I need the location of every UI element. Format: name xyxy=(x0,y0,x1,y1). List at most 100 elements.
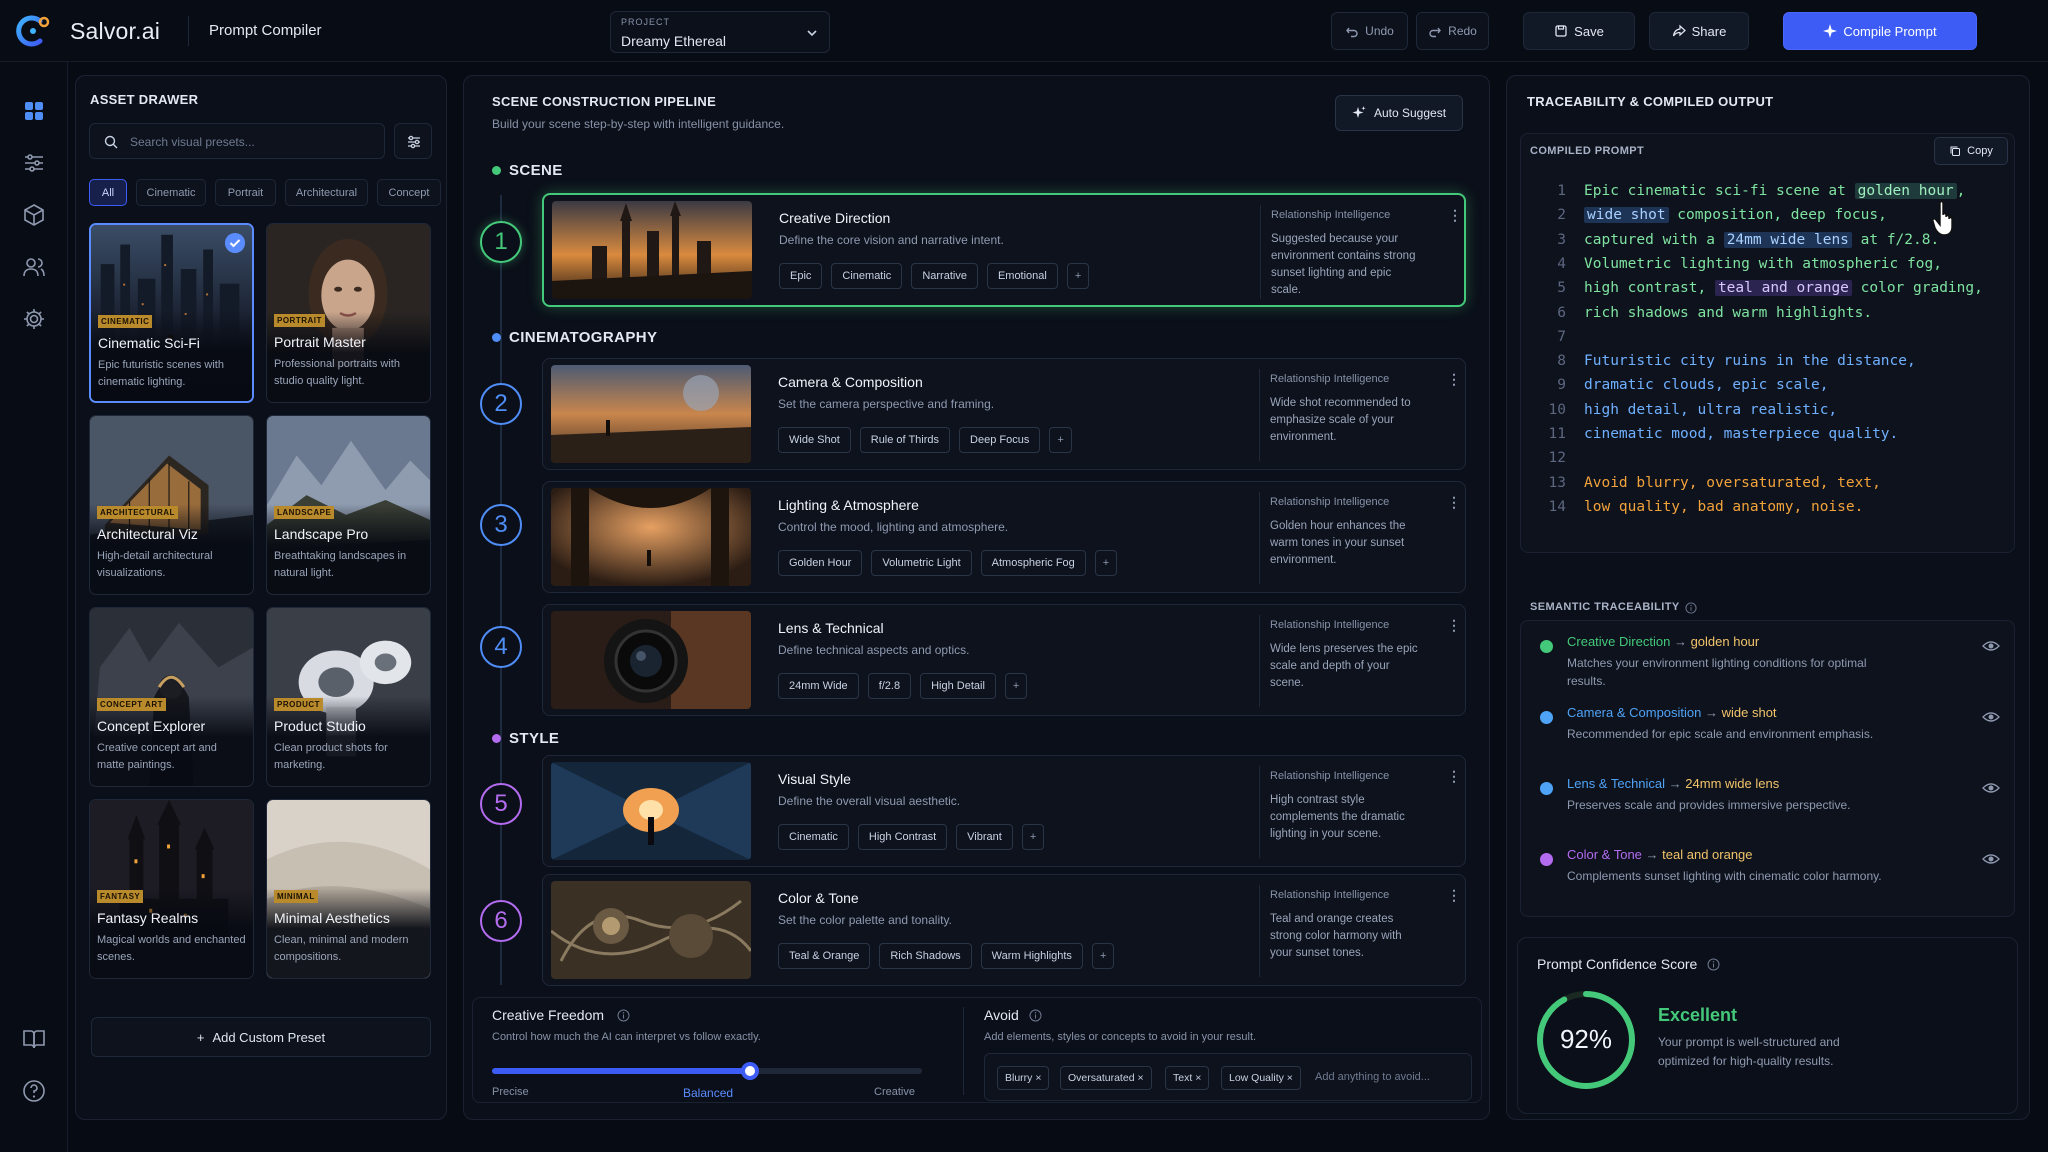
add-preset-label: Add Custom Preset xyxy=(212,1029,326,1045)
chip-cinematic[interactable]: Cinematic xyxy=(136,179,206,206)
section-style: STYLE xyxy=(492,730,559,747)
avoid-input[interactable]: Blurry × Oversaturated × Text × Low Qual… xyxy=(984,1053,1472,1101)
chip-architectural[interactable]: Architectural xyxy=(285,179,368,206)
step-card-camera-composition[interactable]: Camera & Composition Set the camera pers… xyxy=(542,358,1466,470)
tag-chip[interactable]: Volumetric Light xyxy=(871,550,972,576)
grid-icon[interactable] xyxy=(22,99,46,123)
users-icon[interactable] xyxy=(22,255,46,279)
tag-chip[interactable]: Atmospheric Fog xyxy=(980,550,1086,576)
preset-card-product-studio[interactable]: PRODUCT Product Studio Clean product sho… xyxy=(266,607,431,787)
chip-portrait[interactable]: Portrait xyxy=(215,179,276,206)
more-icon[interactable]: ⋮ xyxy=(1447,617,1461,634)
tag-chip[interactable]: Rich Shadows xyxy=(879,943,972,969)
add-tag-button[interactable]: + xyxy=(1091,943,1115,969)
tag-chip[interactable]: Emotional xyxy=(986,263,1058,289)
ri-text: Suggested because your environment conta… xyxy=(1271,233,1416,296)
help-icon[interactable] xyxy=(22,1079,46,1103)
preset-title: Product Studio xyxy=(274,718,366,734)
preset-desc: Professional portraits with studio quali… xyxy=(274,358,400,387)
preset-card-cinematic-sci-fi[interactable]: CINEMATIC Cinematic Sci-Fi Epic futurist… xyxy=(89,223,254,403)
close-icon[interactable]: × xyxy=(1195,1072,1201,1084)
add-tag-button[interactable]: + xyxy=(1066,263,1090,289)
tag-chip[interactable]: f/2.8 xyxy=(867,673,912,699)
tag-chip[interactable]: 24mm Wide xyxy=(778,673,859,699)
step-card-lens-technical[interactable]: Lens & Technical Define technical aspect… xyxy=(542,604,1466,716)
preset-title: Concept Explorer xyxy=(97,718,206,734)
code-line: 7 xyxy=(1530,329,1584,353)
eye-icon[interactable] xyxy=(1982,852,2000,866)
step-card-lighting-atmosphere[interactable]: Lighting & Atmosphere Control the mood, … xyxy=(542,481,1466,593)
more-icon[interactable]: ⋮ xyxy=(1447,768,1461,785)
chip-concept[interactable]: Concept xyxy=(377,179,441,206)
share-button[interactable]: Share xyxy=(1649,12,1749,50)
book-icon[interactable] xyxy=(22,1027,46,1051)
code-line: 14 low quality, bad anatomy, noise. xyxy=(1530,499,1864,523)
undo-button[interactable]: Undo xyxy=(1331,12,1408,50)
tag-chip[interactable]: Cinematic xyxy=(778,824,849,850)
redo-button[interactable]: Redo xyxy=(1416,12,1489,50)
add-tag-button[interactable]: + xyxy=(1004,673,1028,699)
copy-button[interactable]: Copy xyxy=(1934,137,2008,165)
preset-card-concept-explorer[interactable]: CONCEPT ART Concept Explorer Creative co… xyxy=(89,607,254,787)
close-icon[interactable]: × xyxy=(1137,1072,1143,1084)
avoid-chip[interactable]: Low Quality × xyxy=(1221,1066,1301,1090)
eye-icon[interactable] xyxy=(1982,781,2000,795)
code-line: 6 rich shadows and warm highlights. xyxy=(1530,305,1872,329)
project-selector[interactable]: PROJECT Dreamy Ethereal xyxy=(610,11,830,53)
tag-chip[interactable]: Vibrant xyxy=(956,824,1013,850)
creative-freedom-slider[interactable] xyxy=(492,1062,922,1080)
tag-chip[interactable]: Epic xyxy=(779,263,823,289)
search-input[interactable]: Search visual presets... xyxy=(89,123,385,159)
avoid-chip[interactable]: Oversaturated × xyxy=(1060,1066,1152,1090)
close-icon[interactable]: × xyxy=(1035,1072,1041,1084)
tag-chip[interactable]: High Contrast xyxy=(857,824,948,850)
tag-chip[interactable]: Deep Focus xyxy=(959,427,1041,453)
more-icon[interactable]: ⋮ xyxy=(1448,207,1462,224)
tag-chip[interactable]: Narrative xyxy=(911,263,978,289)
tag-chip[interactable]: Cinematic xyxy=(831,263,903,289)
tag-chip[interactable]: Warm Highlights xyxy=(980,943,1083,969)
avoid-chip[interactable]: Text × xyxy=(1165,1066,1210,1090)
add-tag-button[interactable]: + xyxy=(1049,427,1072,453)
add-tag-button[interactable]: + xyxy=(1094,550,1118,576)
preset-card-minimal-aesthetics[interactable]: MINIMAL Minimal Aesthetics Clean, minima… xyxy=(266,799,431,979)
step-thumbnail xyxy=(552,201,752,299)
step-number: 2 xyxy=(480,383,522,425)
tag-chip[interactable]: Golden Hour xyxy=(778,550,863,576)
more-icon[interactable]: ⋮ xyxy=(1447,887,1461,904)
filter-button[interactable] xyxy=(394,123,432,159)
preset-card-fantasy-realms[interactable]: FANTASY Fantasy Realms Magical worlds an… xyxy=(89,799,254,979)
step-card-color-tone[interactable]: Color & Tone Set the color palette and t… xyxy=(542,874,1466,986)
ri-label: Relationship Intelligence xyxy=(1270,770,1390,782)
arrow-right-icon: → xyxy=(1641,847,1663,862)
eye-icon[interactable] xyxy=(1982,710,2000,724)
tag-chip[interactable]: High Detail xyxy=(920,673,996,699)
preset-card-architectural-viz[interactable]: ARCHITECTURAL Architectural Viz High-det… xyxy=(89,415,254,595)
preset-card-portrait-master[interactable]: PORTRAIT Portrait Master Professional po… xyxy=(266,223,431,403)
slider-mid-label: Balanced xyxy=(683,1086,734,1100)
ri-text: Wide lens preserves the epic scale and d… xyxy=(1270,643,1418,689)
step-card-creative-direction[interactable]: Creative Direction Define the core visio… xyxy=(542,193,1466,307)
gear-icon[interactable] xyxy=(22,307,46,331)
more-icon[interactable]: ⋮ xyxy=(1447,371,1461,388)
close-icon[interactable]: × xyxy=(1287,1072,1293,1084)
auto-suggest-button[interactable]: Auto Suggest xyxy=(1335,95,1463,131)
undo-label: Undo xyxy=(1365,24,1394,38)
add-tag-button[interactable]: + xyxy=(1021,824,1045,850)
trace-from: Creative Direction xyxy=(1567,634,1671,649)
add-custom-preset-button[interactable]: + Add Custom Preset xyxy=(91,1017,431,1057)
compile-prompt-button[interactable]: Compile Prompt xyxy=(1783,12,1977,50)
slider-handle[interactable] xyxy=(741,1062,759,1080)
tag-chip[interactable]: Teal & Orange xyxy=(778,943,871,969)
more-icon[interactable]: ⋮ xyxy=(1447,494,1461,511)
sliders-icon[interactable] xyxy=(22,151,46,175)
chip-all[interactable]: All xyxy=(89,179,127,206)
eye-icon[interactable] xyxy=(1982,639,2000,653)
tag-chip[interactable]: Wide Shot xyxy=(778,427,851,453)
save-button[interactable]: Save xyxy=(1523,12,1635,50)
tag-chip[interactable]: Rule of Thirds xyxy=(859,427,951,453)
avoid-chip[interactable]: Blurry × xyxy=(997,1066,1050,1090)
preset-card-landscape-pro[interactable]: LANDSCAPE Landscape Pro Breathtaking lan… xyxy=(266,415,431,595)
step-card-visual-style[interactable]: Visual Style Define the overall visual a… xyxy=(542,755,1466,867)
cube-icon[interactable] xyxy=(22,203,46,227)
